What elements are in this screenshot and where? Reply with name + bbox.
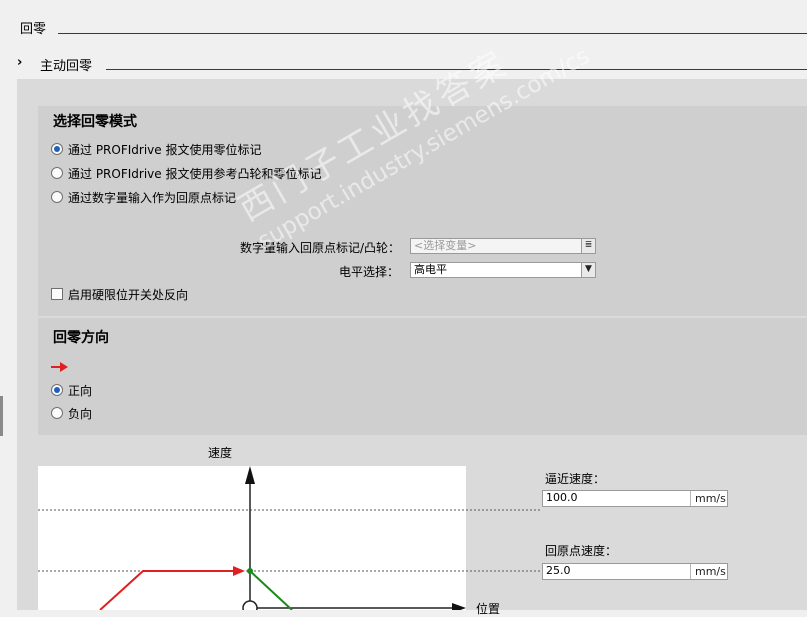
homing-speed-unit: mm/s bbox=[690, 564, 727, 579]
home-position-icon bbox=[242, 600, 258, 610]
speed-axis-arrow-icon bbox=[245, 466, 255, 484]
diagram-position-axis-label: 位置 bbox=[476, 602, 501, 616]
homing-diagram bbox=[38, 466, 540, 610]
approach-speed-value: 100.0 bbox=[546, 491, 578, 504]
reference-point-marker bbox=[247, 568, 253, 574]
homing-speed-label: 回原点速度： bbox=[545, 544, 618, 558]
curve-arrow-icon bbox=[233, 566, 245, 576]
approach-speed-input[interactable]: 100.0 mm/s bbox=[542, 490, 728, 507]
position-axis-arrow-icon bbox=[452, 603, 466, 610]
approach-speed-unit: mm/s bbox=[690, 491, 727, 506]
homing-speed-value: 25.0 bbox=[546, 564, 571, 577]
homing-speed-input[interactable]: 25.0 mm/s bbox=[542, 563, 728, 580]
homing-curve-red bbox=[99, 570, 238, 610]
left-splitter-handle[interactable] bbox=[0, 396, 3, 436]
approach-speed-label: 逼近速度： bbox=[545, 472, 606, 486]
